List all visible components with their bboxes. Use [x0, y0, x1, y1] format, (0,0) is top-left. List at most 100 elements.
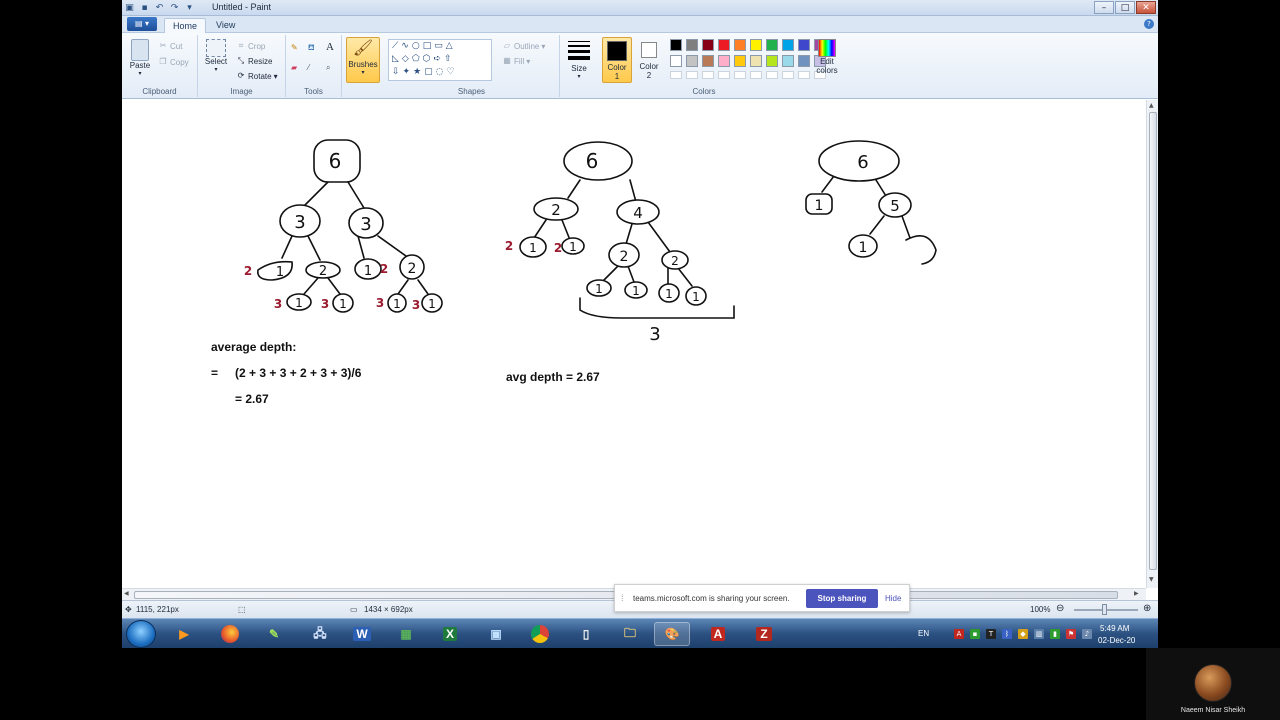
- scroll-down-icon[interactable]: ▼: [1149, 576, 1154, 583]
- outline-button[interactable]: ▱ Outline ▾: [502, 41, 545, 51]
- vertical-scroll-thumb[interactable]: [1149, 112, 1157, 570]
- paint-app-icon[interactable]: ▣: [124, 3, 135, 14]
- palette-swatch[interactable]: [718, 39, 730, 51]
- edit-colors-button[interactable]: Edit colors: [812, 39, 842, 75]
- palette-swatch[interactable]: [798, 39, 810, 51]
- rotate-button[interactable]: ⟳ Rotate ▾: [236, 71, 278, 81]
- palette-swatch[interactable]: [734, 39, 746, 51]
- clock-time[interactable]: 5:49 AM: [1100, 624, 1129, 633]
- media-player-icon[interactable]: ▶: [166, 622, 202, 646]
- minimize-button[interactable]: –: [1094, 1, 1114, 14]
- chrome-icon[interactable]: [522, 622, 558, 646]
- palette-swatch[interactable]: [670, 39, 682, 51]
- crop-button[interactable]: ⌗ Crop: [236, 41, 266, 51]
- resize-button[interactable]: ⤡ Resize: [236, 56, 273, 66]
- palette-swatch[interactable]: [702, 55, 714, 67]
- fill-button[interactable]: ▦ Fill ▾: [502, 56, 530, 66]
- size-button[interactable]: Size ▾: [564, 39, 594, 80]
- acrobat-icon[interactable]: A: [700, 622, 736, 646]
- bluetooth-icon[interactable]: ᛒ: [1002, 629, 1012, 639]
- eraser-icon[interactable]: ▰: [291, 63, 297, 72]
- excel-icon[interactable]: X: [432, 622, 468, 646]
- custom-color-slot[interactable]: [702, 71, 714, 79]
- palette-swatch[interactable]: [686, 55, 698, 67]
- zoom-in-icon[interactable]: ⊕: [1143, 603, 1151, 614]
- palette-swatch[interactable]: [734, 55, 746, 67]
- text-tool-icon[interactable]: A: [326, 41, 334, 53]
- palette-swatch[interactable]: [782, 39, 794, 51]
- cut-button[interactable]: ✂ Cut: [158, 41, 183, 51]
- start-button[interactable]: [126, 620, 156, 648]
- remote-desktop-icon[interactable]: ▣: [478, 622, 514, 646]
- network-icon[interactable]: ▥: [1034, 629, 1044, 639]
- paste-button[interactable]: Paste ▾: [128, 39, 152, 77]
- custom-color-slot[interactable]: [766, 71, 778, 79]
- custom-color-slot[interactable]: [782, 71, 794, 79]
- drag-grip-icon[interactable]: ⁞: [621, 593, 624, 603]
- palette-swatch[interactable]: [782, 55, 794, 67]
- scroll-left-icon[interactable]: ◀: [124, 590, 129, 597]
- color-picker-icon[interactable]: ⁄: [308, 63, 309, 72]
- brushes-button[interactable]: 🖌 Brushes ▾: [346, 37, 380, 83]
- custom-color-slot[interactable]: [750, 71, 762, 79]
- custom-color-slot[interactable]: [798, 71, 810, 79]
- pencil-icon[interactable]: ✎: [291, 43, 298, 52]
- firefox-icon[interactable]: [212, 622, 248, 646]
- close-button[interactable]: ✕: [1136, 1, 1156, 14]
- filezilla-icon[interactable]: Z: [746, 622, 782, 646]
- palette-swatch[interactable]: [750, 39, 762, 51]
- palette-swatch[interactable]: [750, 55, 762, 67]
- fill-bucket-icon[interactable]: ⛾: [308, 43, 315, 53]
- stop-sharing-button[interactable]: Stop sharing: [806, 589, 878, 608]
- zoom-slider-thumb[interactable]: [1102, 604, 1107, 615]
- network-tool-icon[interactable]: 🖧: [302, 622, 338, 646]
- color1-button[interactable]: Color 1: [602, 37, 632, 83]
- clock-date[interactable]: 02-Dec-20: [1098, 636, 1135, 645]
- magnifier-icon[interactable]: ⌕: [326, 63, 330, 73]
- palette-swatch[interactable]: [798, 55, 810, 67]
- select-button[interactable]: Select ▾: [202, 39, 230, 73]
- save-icon[interactable]: ▪: [139, 3, 150, 14]
- help-icon[interactable]: ?: [1144, 19, 1154, 29]
- paint-taskbar-icon[interactable]: 🎨: [654, 622, 690, 646]
- custom-color-slot[interactable]: [718, 71, 730, 79]
- color2-button[interactable]: Color 2: [634, 37, 664, 80]
- vertical-scrollbar[interactable]: ▲ ▼: [1146, 100, 1158, 588]
- palette-swatch[interactable]: [686, 39, 698, 51]
- copy-button[interactable]: ❐ Copy: [158, 57, 188, 67]
- green-tray-icon[interactable]: ▪: [970, 629, 980, 639]
- custom-color-slot[interactable]: [734, 71, 746, 79]
- customize-qat-icon[interactable]: ▾: [184, 3, 195, 14]
- device-icon[interactable]: ▯: [568, 622, 604, 646]
- maximize-button[interactable]: □: [1115, 1, 1135, 14]
- scroll-right-icon[interactable]: ▶: [1134, 590, 1139, 597]
- paint-menu-button[interactable]: ▤ ▾: [127, 17, 157, 31]
- action-center-icon[interactable]: ⚑: [1066, 629, 1076, 639]
- palette-swatch[interactable]: [766, 39, 778, 51]
- file-explorer-icon[interactable]: 🗀: [612, 622, 648, 646]
- project-icon[interactable]: ▦: [388, 622, 424, 646]
- volume-icon[interactable]: ♪: [1082, 629, 1092, 639]
- palette-swatch[interactable]: [670, 55, 682, 67]
- custom-color-slot[interactable]: [686, 71, 698, 79]
- word-icon[interactable]: W: [344, 622, 380, 646]
- custom-color-slot[interactable]: [670, 71, 682, 79]
- security-shield-icon[interactable]: ◆: [1018, 629, 1028, 639]
- teams-tray-icon[interactable]: T: [986, 629, 996, 639]
- palette-swatch[interactable]: [766, 55, 778, 67]
- palette-swatch[interactable]: [718, 55, 730, 67]
- undo-icon[interactable]: ↶: [154, 3, 165, 14]
- zoom-out-icon[interactable]: ⊖: [1056, 603, 1064, 614]
- language-indicator[interactable]: EN: [918, 629, 929, 638]
- battery-icon[interactable]: ▮: [1050, 629, 1060, 639]
- tab-home[interactable]: Home: [164, 18, 207, 33]
- palette-swatch[interactable]: [702, 39, 714, 51]
- tab-view[interactable]: View: [208, 18, 243, 33]
- acrobat-tray-icon[interactable]: A: [954, 629, 964, 639]
- drawing-canvas[interactable]: 6 3 3 1 2 1 2 1 1 1 1 6 2 4 1 1 2 2 1 1 …: [122, 100, 1158, 588]
- shapes-gallery[interactable]: ⟋∿○□▭△ ◺◇⬠⬡➪⇧ ⇩✦★▢◌♡: [388, 39, 492, 81]
- redo-icon[interactable]: ↷: [169, 3, 180, 14]
- hide-banner-link[interactable]: Hide: [885, 594, 901, 603]
- scroll-up-icon[interactable]: ▲: [1149, 102, 1154, 109]
- notepad-plus-icon[interactable]: ✎: [256, 622, 292, 646]
